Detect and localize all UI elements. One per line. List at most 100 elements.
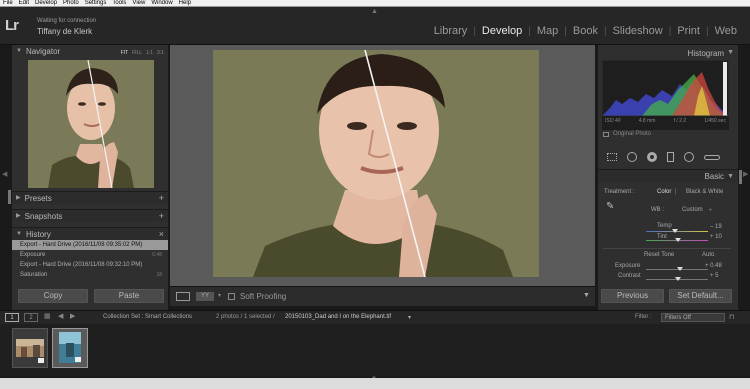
tint-slider-thumb[interactable]	[675, 238, 681, 242]
set-default-button[interactable]: Set Default...	[669, 289, 732, 303]
exif-info: ISO 40 4.8 mm f / 2.2 1/450 sec	[605, 118, 726, 124]
treatment-bw-option[interactable]: Black & White	[686, 189, 723, 195]
collapse-left-arrow-icon[interactable]: ◀	[2, 170, 7, 178]
history-item[interactable]: Export - Hard Drive (2016/11/08 09:32:10…	[12, 260, 168, 270]
selection-count: 2 photos / 1 selected /	[216, 314, 275, 320]
temp-label: Temp	[657, 223, 672, 229]
paste-button[interactable]: Paste	[94, 289, 164, 303]
menu-edit[interactable]: Edit	[19, 0, 29, 6]
copy-button[interactable]: Copy	[18, 289, 88, 303]
module-library[interactable]: Library	[428, 25, 474, 37]
filmstrip	[0, 324, 750, 376]
menu-tools[interactable]: Tools	[112, 0, 126, 6]
exposure-value[interactable]: + 0.48	[705, 263, 722, 269]
history-header[interactable]: ▼ History ×	[12, 227, 168, 240]
menu-photo[interactable]: Photo	[63, 0, 79, 6]
filter-dropdown[interactable]: Filters Off	[661, 313, 725, 322]
collapsed-triangle-icon: ▶	[16, 212, 21, 219]
treatment-color-option[interactable]: Color	[657, 189, 671, 195]
navigator-header[interactable]: ▼ Navigator FIT FILL 1:1 3:1	[12, 45, 168, 58]
collapse-top-arrow-icon[interactable]: ▲	[371, 8, 378, 15]
filmstrip-thumbnail[interactable]	[12, 328, 48, 368]
auto-tone-button[interactable]: Auto	[702, 252, 714, 258]
secondary-window-button[interactable]: 2	[24, 313, 38, 322]
crop-tool-icon[interactable]	[607, 153, 617, 161]
original-photo-icon[interactable]	[603, 132, 609, 137]
top-bar: ▲ Lr Waiting for connection Tiffany de K…	[0, 7, 750, 45]
navigator-title: Navigator	[25, 47, 61, 56]
tool-strip	[603, 151, 731, 163]
right-panel-scrollbar[interactable]	[739, 170, 742, 184]
left-panel-scrollbar[interactable]	[8, 190, 11, 204]
history-title: History	[25, 229, 51, 239]
menu-view[interactable]: View	[132, 0, 145, 6]
wb-dropdown[interactable]: Custom	[682, 207, 703, 213]
temp-value[interactable]: – 19	[710, 224, 722, 230]
source-path[interactable]: Collection Set : Smart Collections	[103, 314, 192, 320]
previous-button[interactable]: Previous	[601, 289, 664, 303]
red-eye-icon[interactable]	[647, 152, 657, 162]
module-web[interactable]: Web	[709, 25, 743, 37]
white-balance-dropper-icon[interactable]: ✎	[606, 201, 617, 216]
graduated-filter-icon[interactable]	[667, 152, 674, 162]
add-snapshot-icon[interactable]: +	[159, 210, 164, 223]
contrast-slider-thumb[interactable]	[675, 277, 681, 281]
soft-proofing-checkbox[interactable]	[228, 293, 235, 300]
menu-develop[interactable]: Develop	[35, 0, 57, 6]
main-photo[interactable]	[213, 50, 539, 277]
loupe-view-icon[interactable]	[176, 292, 190, 301]
menu-settings[interactable]: Settings	[85, 0, 107, 6]
histogram-collapse-icon[interactable]: ▼	[727, 49, 734, 56]
temp-slider-thumb[interactable]	[672, 229, 678, 233]
module-picker: Library | Develop | Map | Book | Slideshow | …	[428, 25, 743, 37]
menu-help[interactable]: Help	[179, 0, 191, 6]
menu-file[interactable]: File	[3, 0, 13, 6]
before-after-dropdown-icon[interactable]: ▾	[218, 292, 221, 299]
tint-value[interactable]: + 10	[710, 234, 722, 240]
history-item[interactable]: Export - Hard Drive (2016/11/08 09:35:02…	[12, 240, 168, 250]
menu-window[interactable]: Window	[151, 0, 172, 6]
forward-arrow-icon[interactable]: ▶	[70, 312, 75, 320]
zoom-1-1[interactable]: 1:1	[146, 47, 153, 60]
wb-dropdown-icon[interactable]: ÷	[709, 207, 712, 213]
exposure-slider-thumb[interactable]	[677, 267, 683, 271]
module-map[interactable]: Map	[531, 25, 564, 37]
module-print[interactable]: Print	[671, 25, 706, 37]
module-slideshow[interactable]: Slideshow	[607, 25, 669, 37]
histogram-graph[interactable]: ISO 40 4.8 mm f / 2.2 1/450 sec	[601, 59, 730, 130]
zoom-fill[interactable]: FILL	[132, 47, 142, 60]
zoom-fit[interactable]: FIT	[121, 47, 129, 60]
adjustment-brush-icon[interactable]	[704, 154, 720, 160]
contrast-value[interactable]: + 5	[710, 273, 719, 279]
lightroom-logo: Lr	[5, 17, 19, 34]
history-item[interactable]: Exposure 0.48	[12, 250, 168, 260]
before-after-view-icon[interactable]: YY	[196, 292, 214, 301]
snapshots-header[interactable]: ▶ Snapshots +	[12, 209, 168, 222]
filename-dropdown-icon[interactable]: ▾	[408, 314, 411, 321]
filter-lock-icon[interactable]: ⊓	[729, 313, 734, 321]
basic-header[interactable]: Basic ▼	[598, 169, 738, 182]
selected-filename[interactable]: 20150103_Dad and I on the Elephant.tif	[285, 314, 391, 320]
back-arrow-icon[interactable]: ◀	[58, 312, 63, 320]
module-develop[interactable]: Develop	[476, 25, 528, 37]
navigator-preview-image[interactable]	[28, 60, 154, 188]
grid-view-icon[interactable]: ▦	[44, 312, 51, 320]
soft-proofing-label: Soft Proofing	[240, 292, 287, 301]
add-preset-icon[interactable]: +	[159, 192, 164, 205]
radial-filter-icon[interactable]	[684, 152, 694, 162]
history-item[interactable]: Saturation 18	[12, 270, 168, 280]
exif-aperture: f / 2.2	[673, 118, 687, 124]
toolbar-menu-icon[interactable]: ▼	[583, 292, 590, 299]
module-book[interactable]: Book	[567, 25, 604, 37]
primary-window-button[interactable]: 1	[5, 313, 19, 322]
basic-collapse-icon: ▼	[727, 173, 734, 180]
clear-history-icon[interactable]: ×	[159, 228, 164, 241]
history-item-label: Export - Hard Drive (2016/11/08 09:35:02…	[20, 242, 143, 248]
original-photo-label: Original Photo	[613, 131, 652, 137]
collapse-right-arrow-icon[interactable]: ▶	[743, 170, 748, 178]
zoom-3-1[interactable]: 3:1	[157, 47, 164, 60]
presets-header[interactable]: ▶ Presets +	[12, 191, 168, 204]
reset-tone-label[interactable]: Reset Tone	[644, 252, 674, 258]
filmstrip-thumbnail-selected[interactable]	[52, 328, 88, 368]
spot-removal-icon[interactable]	[627, 152, 637, 162]
